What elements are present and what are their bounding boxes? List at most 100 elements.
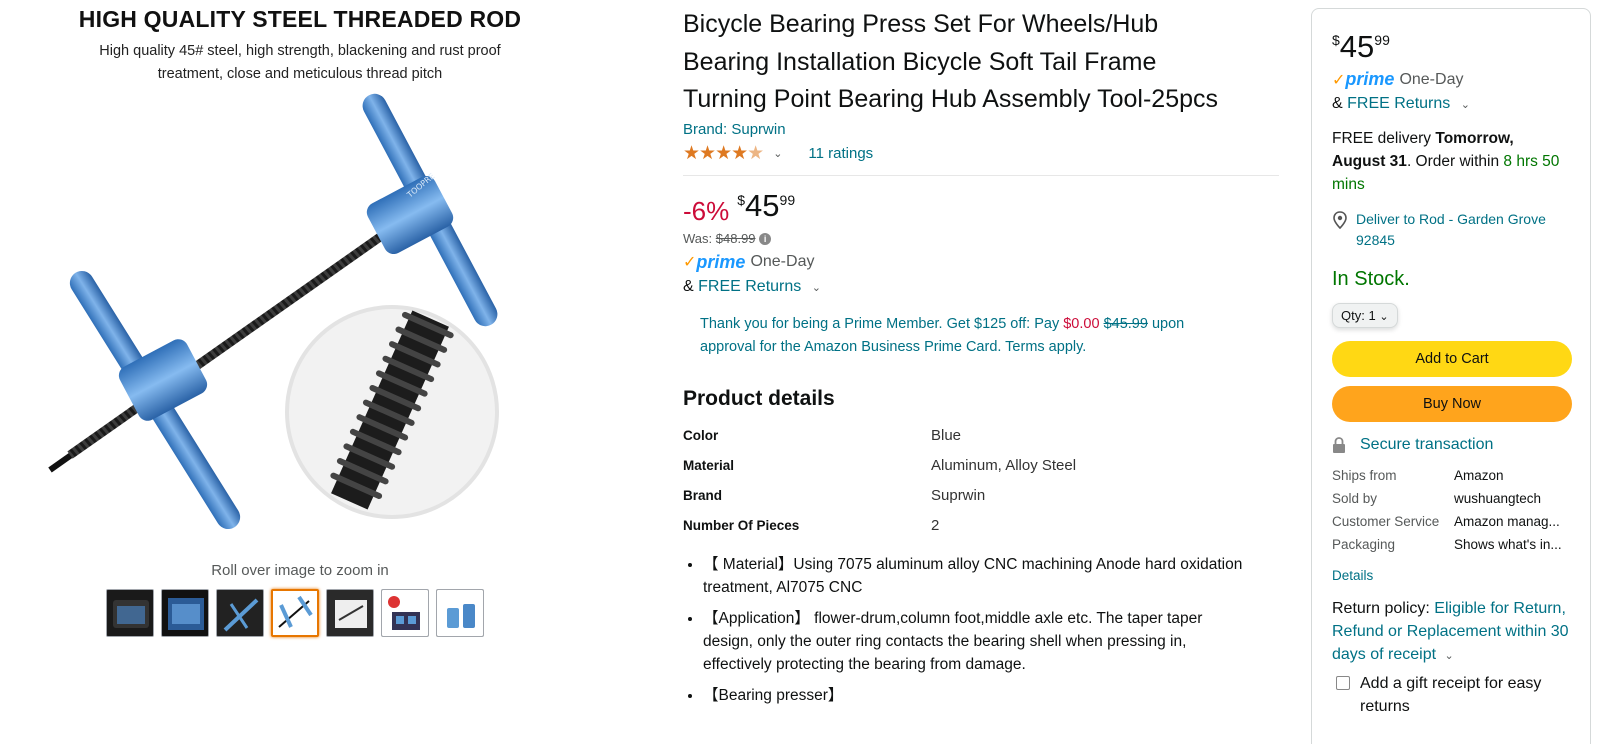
detail-key: Color: [683, 428, 719, 443]
table-row: Number Of Pieces 2: [683, 511, 1076, 541]
upper-handle: TOOPRE: [362, 93, 498, 327]
add-to-cart-button[interactable]: Add to Cart: [1332, 341, 1572, 377]
was-price: $48.99: [715, 230, 756, 246]
thumbnail-4-active[interactable]: [271, 589, 319, 637]
price-fraction: 99: [1374, 32, 1390, 48]
product-title: Bicycle Bearing Press Set For Wheels/Hub…: [683, 10, 1219, 113]
detail-value: Aluminum, Alloy Steel: [931, 457, 1077, 474]
main-product-image[interactable]: TOOPRE HIGH QUALITY STEEL THREADED ROD H…: [40, 0, 560, 555]
gift-receipt-checkbox[interactable]: [1336, 676, 1350, 690]
detail-value: 2: [931, 517, 940, 534]
info-icon[interactable]: i: [759, 233, 772, 246]
was-price-row: Was: $48.99 i: [683, 231, 1283, 246]
image-gallery: TOOPRE HIGH QUALITY STEEL THREADED ROD H…: [0, 0, 600, 744]
rating-row: ★★★★★ ⌄ 11 ratings: [683, 142, 1283, 165]
secure-transaction-link[interactable]: Secure transaction: [1332, 436, 1570, 454]
table-row: Customer Service Amazon manag...: [1332, 510, 1572, 533]
thread-zoom-inset: [285, 305, 499, 519]
chevron-down-icon[interactable]: ⌄: [812, 282, 821, 294]
prime-card-offer[interactable]: Thank you for being a Prime Member. Get …: [700, 313, 1230, 359]
thumbnail-7[interactable]: [436, 589, 484, 637]
buy-box: $ 45 99 ✓ prime One-Day & FREE Returns ⌄…: [1311, 8, 1591, 744]
price-symbol: $: [1332, 32, 1340, 48]
product-details-table: Color Blue Material Aluminum, Alloy Steel …: [683, 421, 1076, 541]
thumbnail-2[interactable]: [161, 589, 209, 637]
free-returns-row: & FREE Returns ⌄: [683, 278, 1283, 296]
detail-value: Blue: [931, 427, 962, 444]
product-info: Bicycle Bearing Press Set For Wheels/Hub…: [683, 0, 1283, 744]
seller-info-value: Amazon: [1454, 468, 1504, 483]
buybox-price: $ 45 99: [1332, 29, 1570, 65]
was-label: Was:: [683, 230, 713, 246]
table-row: Material Aluminum, Alloy Steel: [683, 451, 1076, 481]
feature-bullets: 【 Material】Using 7075 aluminum alloy CNC…: [683, 553, 1253, 707]
seller-info-key: Ships from: [1332, 468, 1397, 483]
table-row: Brand Suprwin: [683, 481, 1076, 511]
thumbnail-strip: [106, 589, 484, 637]
returns-prefix: &: [683, 277, 694, 295]
returns-prefix: &: [1332, 95, 1343, 112]
stock-status: In Stock.: [1332, 268, 1410, 290]
detail-key: Material: [683, 458, 735, 473]
deliver-to-link[interactable]: Deliver to Rod - Garden Grove 92845: [1332, 209, 1570, 251]
thumbnail-3[interactable]: [216, 589, 264, 637]
quantity-select[interactable]: Qty: 1 ⌄: [1332, 303, 1398, 328]
price-fraction: 99: [779, 191, 796, 208]
star-rating-icon[interactable]: ★★★★★: [683, 142, 764, 165]
details-link[interactable]: Details: [1332, 568, 1570, 583]
divider: [683, 174, 1279, 176]
price-symbol: $: [737, 191, 746, 208]
offer-strike-price: $45.99: [1103, 315, 1148, 332]
delivery-info: FREE delivery Tomorrow, August 31. Order…: [1332, 127, 1570, 196]
gift-receipt-label: Add a gift receipt for easy returns: [1360, 675, 1542, 715]
zoom-hint: Roll over image to zoom in: [211, 562, 389, 579]
price-whole: 45: [745, 187, 780, 223]
discount-percent: -6%: [683, 195, 730, 226]
thumbnail-6[interactable]: [381, 589, 429, 637]
chevron-down-icon[interactable]: ⌄: [1445, 650, 1454, 662]
table-row: Sold by wushuangtech: [1332, 487, 1572, 510]
secure-transaction-label: Secure transaction: [1360, 436, 1494, 453]
table-row: Ships from Amazon: [1332, 464, 1572, 487]
deliver-to-text: Deliver to Rod - Garden Grove 92845: [1356, 211, 1546, 248]
gift-receipt-row[interactable]: Add a gift receipt for easy returns: [1332, 672, 1570, 718]
lock-icon: [1333, 437, 1345, 453]
seller-info-key: Sold by: [1332, 491, 1378, 506]
table-row: Packaging Shows what's in...: [1332, 533, 1572, 556]
lower-handle: [69, 270, 241, 530]
prime-badge-row: ✓ prime One-Day: [1332, 69, 1570, 90]
seller-info-value: Amazon manag...: [1454, 514, 1560, 529]
free-returns-link[interactable]: FREE Returns: [1347, 95, 1450, 112]
return-policy-label: Return policy:: [1332, 600, 1430, 617]
thumbnail-1[interactable]: [106, 589, 154, 637]
buy-now-button[interactable]: Buy Now: [1332, 386, 1572, 422]
prime-check-icon: ✓: [683, 254, 697, 271]
prime-check-icon: ✓: [1332, 71, 1346, 89]
table-row: Color Blue: [683, 421, 1076, 451]
product-details-heading: Product details: [683, 386, 835, 410]
seller-info-value[interactable]: wushuangtech: [1454, 487, 1572, 510]
hero-title: HIGH QUALITY STEEL THREADED ROD: [78, 6, 522, 32]
delivery-prefix: FREE delivery: [1332, 130, 1432, 147]
qty-label: Qty:: [1341, 308, 1365, 323]
free-returns-link[interactable]: FREE Returns: [698, 278, 801, 295]
seller-info-key: Packaging: [1332, 537, 1396, 552]
offer-text-1: Thank you for being a Prime Member. Get …: [700, 315, 1060, 332]
list-item: 【Application】 flower-drum,column foot,mi…: [703, 607, 1253, 676]
seller-info-table: Ships from Amazon Sold by wushuangtech Cus…: [1332, 464, 1572, 556]
prime-delivery-speed: One-Day: [750, 253, 815, 270]
list-item: 【 Material】Using 7075 aluminum alloy CNC…: [703, 553, 1253, 599]
hero-subtitle: High quality 45# steel, high strength, b…: [99, 43, 501, 82]
detail-value: Suprwin: [931, 487, 986, 504]
offer-pay-amount: $0.00: [1063, 315, 1100, 332]
brand-link[interactable]: Brand: Suprwin: [683, 121, 1283, 138]
chevron-down-icon[interactable]: ⌄: [1461, 99, 1470, 111]
prime-badge-row: ✓ prime One-Day: [683, 252, 1283, 273]
prime-logo: prime: [696, 251, 746, 272]
return-policy: Return policy: Eligible for Return, Refu…: [1332, 597, 1570, 668]
ratings-count-link[interactable]: 11 ratings: [808, 145, 873, 162]
free-returns-row: & FREE Returns ⌄: [1332, 95, 1570, 113]
price-whole: 45: [1339, 29, 1375, 64]
chevron-down-icon[interactable]: ⌄: [773, 147, 782, 160]
thumbnail-5[interactable]: [326, 589, 374, 637]
